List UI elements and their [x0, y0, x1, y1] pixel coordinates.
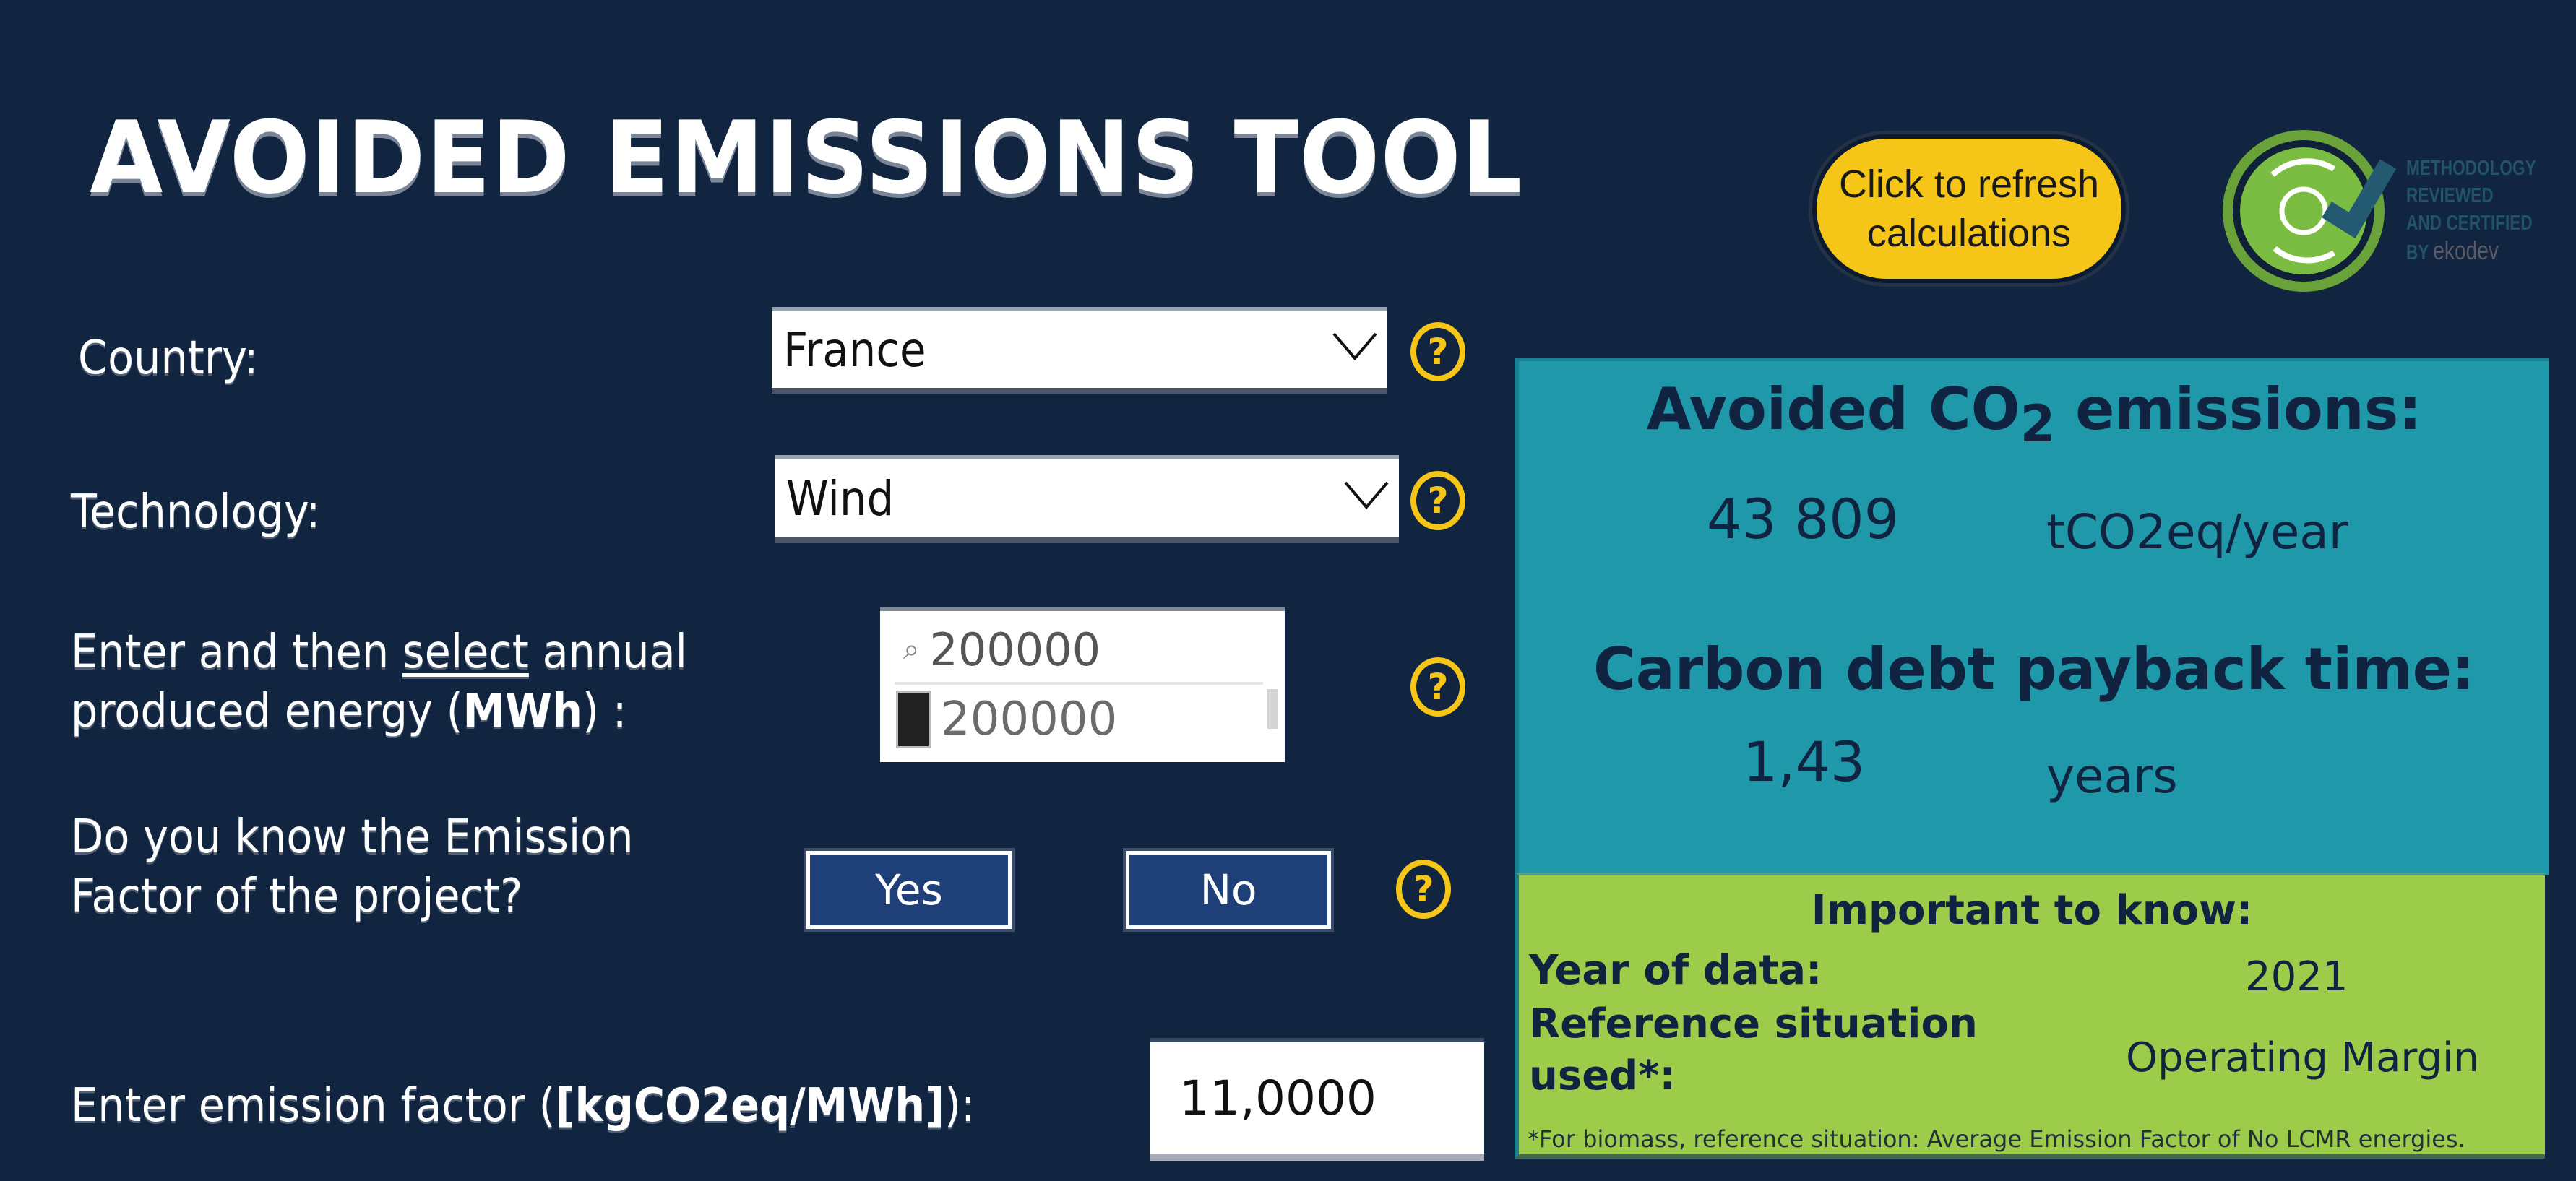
country-label: Country:: [78, 332, 259, 385]
energy-search-input[interactable]: ⌕ 200000: [895, 617, 1263, 685]
info-panel: Important to know: Year of data: 2021 Re…: [1515, 873, 2545, 1159]
question-mark-icon: ?: [1427, 666, 1449, 708]
title-text: emissions:: [2055, 376, 2422, 443]
energy-label-select: select: [402, 626, 529, 679]
slicer-scrollbar[interactable]: [1267, 689, 1278, 729]
no-button[interactable]: No: [1126, 851, 1331, 929]
question-mark-icon: ?: [1413, 868, 1434, 910]
question-mark-icon: ?: [1427, 480, 1449, 522]
question-line: Do you know the Emission: [71, 810, 634, 864]
emission-factor-value: 11,0000: [1179, 1070, 1377, 1126]
badge-line: REVIEWED: [2406, 184, 2494, 207]
chevron-down-icon: [1344, 481, 1389, 510]
energy-help-icon[interactable]: ?: [1410, 657, 1465, 717]
refresh-button-label-line1: Click to refresh: [1838, 163, 2100, 206]
question-mark-icon: ?: [1427, 331, 1449, 373]
biomass-footnote: *For biomass, reference situation: Avera…: [1528, 1125, 2465, 1153]
technology-label: Technology:: [71, 485, 321, 539]
avoided-emissions-value: 43 809: [1707, 487, 1899, 551]
year-value: 2021: [2245, 953, 2348, 1000]
payback-unit: years: [2046, 748, 2178, 804]
reference-label-line: used*:: [1529, 1052, 1676, 1099]
country-dropdown[interactable]: France: [772, 307, 1387, 394]
ef-label-text: ):: [944, 1079, 975, 1133]
certified-seal-icon: [2223, 130, 2397, 292]
results-panel: Avoided CO2 emissions: 43 809 tCO2eq/yea…: [1515, 358, 2549, 875]
ekodev-logo: ekodev: [2433, 235, 2499, 265]
badge-line: METHODOLOGY: [2406, 157, 2536, 180]
reference-label: Reference situation used*:: [1529, 998, 1978, 1102]
page-title: AVOIDED EMISSIONS TOOL: [90, 100, 1523, 216]
energy-label-text: ) :: [582, 685, 627, 738]
ef-unit: [kgCO2eq/MWh]: [555, 1079, 945, 1133]
country-help-icon[interactable]: ?: [1410, 322, 1465, 381]
certification-badge: METHODOLOGY REVIEWED AND CERTIFIED BY ek…: [2218, 124, 2572, 298]
emission-factor-label: Enter emission factor ([kgCO2eq/MWh]):: [71, 1076, 975, 1135]
avoided-emissions-unit: tCO2eq/year: [2046, 504, 2348, 560]
emission-factor-help-icon[interactable]: ?: [1396, 860, 1451, 919]
energy-label-text: Enter and then: [71, 626, 402, 679]
refresh-calculations-button[interactable]: Click to refresh calculations: [1812, 134, 2126, 283]
badge-line: BY ekodev: [2406, 237, 2536, 267]
energy-unit: MWh: [462, 685, 582, 738]
country-value: France: [783, 321, 926, 378]
payback-title: Carbon debt payback time:: [1593, 636, 2475, 703]
badge-by: BY: [2406, 241, 2429, 264]
question-line: Factor of the project?: [71, 870, 523, 923]
energy-slicer: ⌕ 200000 200000: [880, 607, 1285, 762]
search-icon: ⌕: [903, 633, 920, 666]
reference-value: Operating Margin: [2126, 1034, 2480, 1081]
energy-option-label: 200000: [941, 693, 1118, 746]
energy-search-value: 200000: [929, 623, 1101, 676]
payback-value: 1,43: [1743, 730, 1866, 794]
emission-factor-input[interactable]: 11,0000: [1150, 1038, 1484, 1161]
yes-button[interactable]: Yes: [806, 851, 1012, 929]
checkbox-checked-icon[interactable]: [896, 691, 931, 748]
energy-option[interactable]: 200000: [896, 691, 1117, 748]
title-subscript: 2: [2020, 394, 2056, 454]
refresh-button-label-line2: calculations: [1866, 212, 2072, 255]
title-text: Avoided CO: [1646, 376, 2020, 443]
info-title: Important to know:: [1811, 887, 2253, 934]
avoided-emissions-title: Avoided CO2 emissions:: [1519, 376, 2549, 454]
chevron-down-icon: [1332, 332, 1377, 361]
energy-label-text: produced energy (: [71, 685, 463, 738]
badge-line: AND CERTIFIED: [2406, 212, 2533, 235]
technology-dropdown[interactable]: Wind: [775, 455, 1399, 543]
reference-label-line: Reference situation: [1529, 1000, 1978, 1047]
badge-text: METHODOLOGY REVIEWED AND CERTIFIED BY ek…: [2406, 155, 2536, 267]
technology-help-icon[interactable]: ?: [1410, 471, 1465, 530]
energy-label: Enter and then select annual produced en…: [71, 623, 687, 741]
emission-factor-question: Do you know the Emission Factor of the p…: [71, 808, 634, 926]
year-label: Year of data:: [1529, 947, 1822, 994]
energy-label-text: annual: [528, 626, 688, 679]
technology-value: Wind: [786, 470, 895, 527]
ef-label-text: Enter emission factor (: [71, 1079, 556, 1133]
